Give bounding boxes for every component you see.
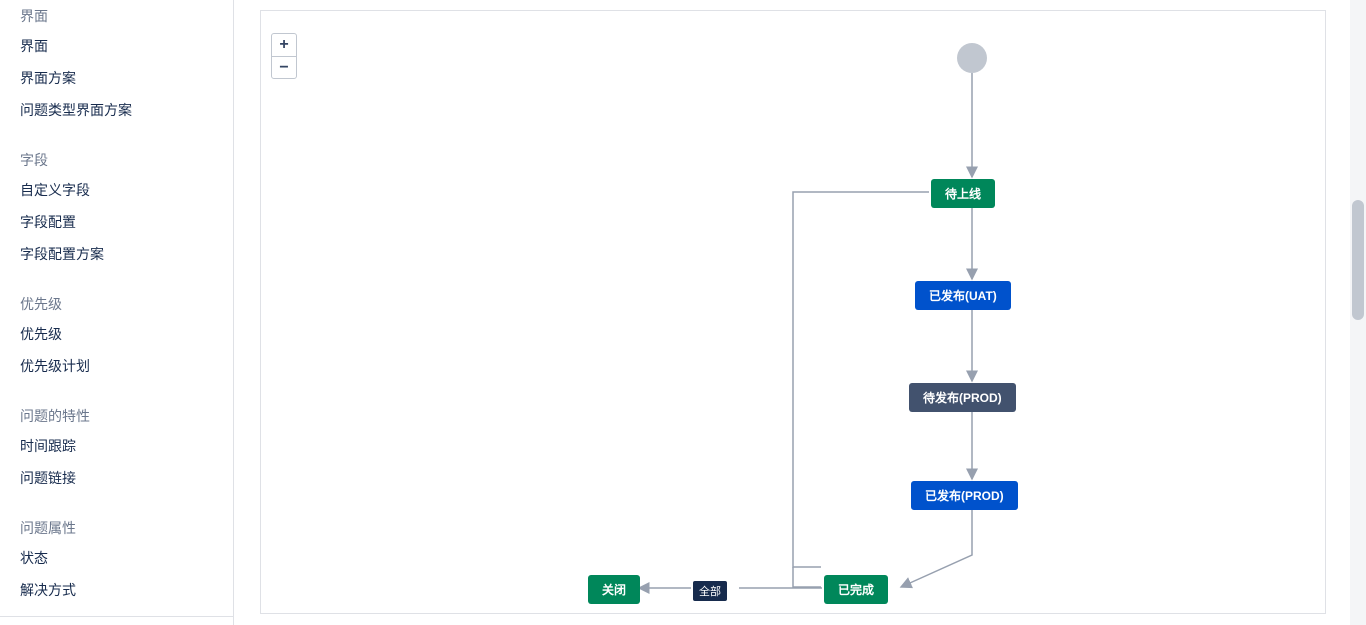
sidebar-item-resolutions[interactable]: 解决方式 (20, 574, 233, 606)
sidebar-item-statuses[interactable]: 状态 (20, 542, 233, 574)
main-area: + − (234, 0, 1340, 625)
sidebar-group-title-fields: 字段 (20, 144, 233, 174)
node-label: 待发布(PROD) (923, 391, 1002, 405)
sidebar: 界面 界面 界面方案 问题类型界面方案 字段 自定义字段 字段配置 字段配置方案… (0, 0, 234, 625)
zoom-in-button[interactable]: + (272, 34, 296, 56)
sidebar-group-title-issue-features: 问题的特性 (20, 400, 233, 430)
workflow-start-node[interactable] (957, 43, 987, 73)
node-label: 待上线 (945, 187, 981, 201)
page-scrollbar-thumb[interactable] (1352, 200, 1364, 320)
workflow-canvas[interactable]: + − (260, 10, 1326, 614)
sidebar-item-priority-schemes[interactable]: 优先级计划 (20, 350, 233, 382)
sidebar-group-title-screens: 界面 (20, 0, 233, 30)
sidebar-group-title-issue-attrs: 问题属性 (20, 512, 233, 542)
zoom-controls: + − (271, 33, 297, 79)
sidebar-divider (0, 616, 233, 617)
node-label: 已发布(PROD) (925, 489, 1004, 503)
sidebar-item-screen-schemes[interactable]: 界面方案 (20, 62, 233, 94)
sidebar-item-field-config[interactable]: 字段配置 (20, 206, 233, 238)
workflow-node-done[interactable]: 已完成 (824, 575, 888, 604)
sidebar-item-time-tracking[interactable]: 时间跟踪 (20, 430, 233, 462)
sidebar-item-screens[interactable]: 界面 (20, 30, 233, 62)
sidebar-item-priorities[interactable]: 优先级 (20, 318, 233, 350)
node-label: 关闭 (602, 583, 626, 597)
node-label: 已完成 (838, 583, 874, 597)
sidebar-group-title-priority: 优先级 (20, 288, 233, 318)
workflow-transition-all[interactable]: 全部 (693, 581, 727, 601)
workflow-node-released-uat[interactable]: 已发布(UAT) (915, 281, 1011, 310)
workflow-node-released-prod[interactable]: 已发布(PROD) (911, 481, 1018, 510)
sidebar-item-custom-fields[interactable]: 自定义字段 (20, 174, 233, 206)
workflow-node-pending-prod[interactable]: 待发布(PROD) (909, 383, 1016, 412)
sidebar-item-issuetype-screen-schemes[interactable]: 问题类型界面方案 (20, 94, 233, 126)
sidebar-item-field-config-schemes[interactable]: 字段配置方案 (20, 238, 233, 270)
page-scrollbar-track[interactable] (1350, 0, 1366, 625)
sidebar-item-issue-linking[interactable]: 问题链接 (20, 462, 233, 494)
workflow-node-pending-online[interactable]: 待上线 (931, 179, 995, 208)
tag-label: 全部 (699, 586, 721, 598)
workflow-node-closed[interactable]: 关闭 (588, 575, 640, 604)
node-label: 已发布(UAT) (929, 289, 997, 303)
workflow-svg (261, 11, 1327, 615)
zoom-out-button[interactable]: − (272, 56, 296, 78)
